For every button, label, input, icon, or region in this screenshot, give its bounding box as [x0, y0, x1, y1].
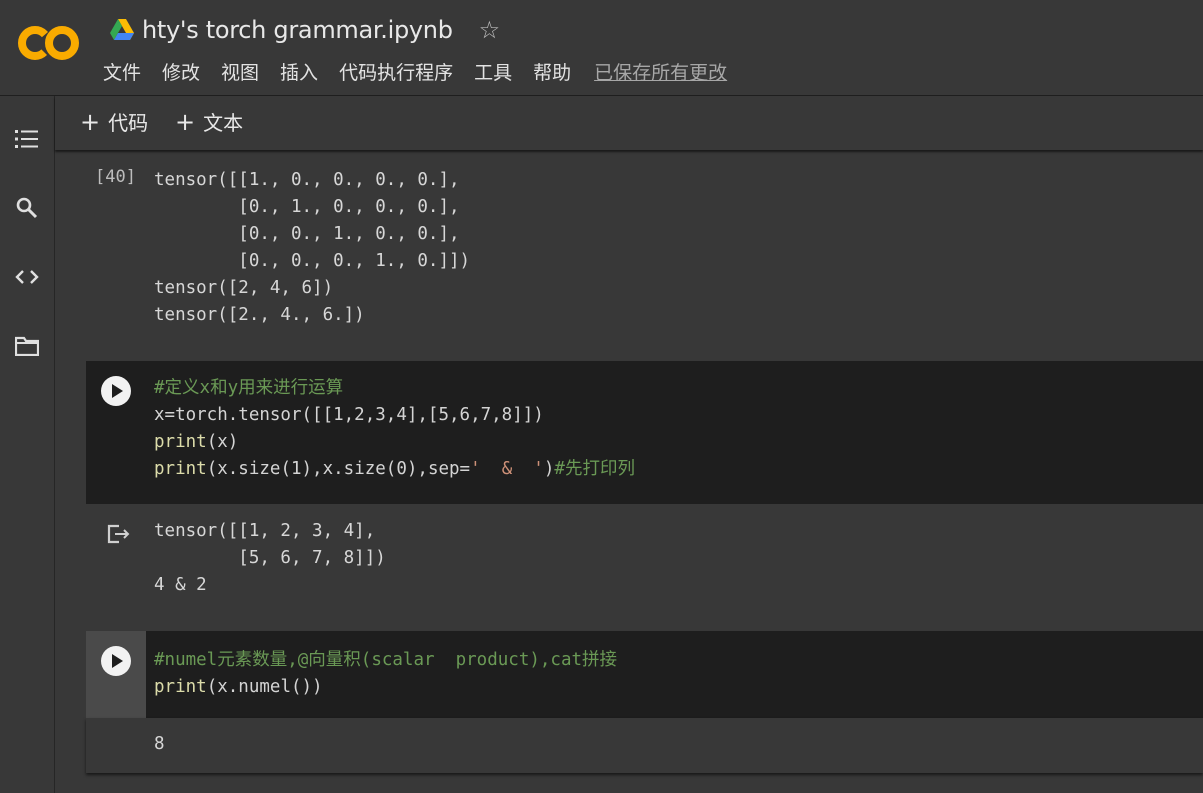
- output-line: 8: [154, 734, 165, 754]
- menu-file[interactable]: 文件: [103, 58, 141, 85]
- folder-icon[interactable]: [13, 332, 41, 360]
- cell-output: tensor([[1, 2, 3, 4], [5, 6, 7, 8]]) 4 & …: [154, 518, 386, 599]
- menu-edit[interactable]: 修改: [162, 58, 200, 85]
- code-args: (x): [206, 432, 239, 452]
- google-drive-icon[interactable]: [110, 19, 134, 41]
- plus-icon: +: [80, 107, 101, 136]
- execution-count: [40]: [95, 167, 136, 187]
- cell-output-area: 8: [86, 718, 1203, 773]
- code-function: print: [154, 459, 207, 479]
- output-line: tensor([2., 4., 6.]): [154, 305, 365, 325]
- code-comment: #定义x和y用来进行运算: [154, 378, 344, 398]
- app-header: hty's torch grammar.ipynb ☆ 文件 修改 视图 插入 …: [0, 0, 1203, 96]
- output-line: [0., 0., 0., 1., 0.]]): [154, 251, 471, 271]
- table-of-contents-icon[interactable]: [13, 125, 41, 153]
- code-text[interactable]: #numel元素数量,@向量积(scalar product),cat拼接 pri…: [154, 647, 617, 701]
- code-line: print(x.numel()): [154, 674, 617, 701]
- code-args: (x.numel()): [206, 677, 323, 697]
- code-args: (x.size(1),x.size(0),sep=: [206, 459, 471, 479]
- run-cell-button[interactable]: [101, 646, 131, 676]
- output-line: 4 & 2: [154, 575, 207, 595]
- add-code-label: 代码: [108, 111, 149, 135]
- code-string: ' & ': [470, 459, 544, 479]
- code-function: print: [154, 677, 207, 697]
- plus-icon: +: [175, 107, 196, 136]
- star-icon[interactable]: ☆: [479, 18, 501, 42]
- code-function: print: [154, 432, 207, 452]
- code-comment: #先打印列: [554, 459, 635, 479]
- menu-tools[interactable]: 工具: [474, 58, 512, 85]
- add-code-cell-button[interactable]: + 代码: [80, 107, 148, 136]
- menu-insert[interactable]: 插入: [280, 58, 318, 85]
- code-line: print(x): [154, 429, 635, 456]
- notebook-toolbar: + 代码 + 文本: [55, 96, 1203, 150]
- code-snippets-icon[interactable]: [13, 263, 41, 291]
- save-status-link[interactable]: 已保存所有更改: [594, 58, 727, 85]
- left-sidebar: [0, 96, 55, 793]
- colab-logo[interactable]: [18, 23, 80, 63]
- notebook-area: [40] tensor([[1., 0., 0., 0., 0.], [0., …: [55, 152, 1203, 793]
- code-cell[interactable]: #定义x和y用来进行运算 x=torch.tensor([[1,2,3,4],[5…: [86, 361, 1203, 504]
- output-line: [5, 6, 7, 8]]): [154, 548, 386, 568]
- code-text[interactable]: #定义x和y用来进行运算 x=torch.tensor([[1,2,3,4],[5…: [154, 375, 635, 483]
- code-line: x=torch.tensor([[1,2,3,4],[5,6,7,8]]): [154, 405, 544, 425]
- cell-gutter: [86, 361, 146, 504]
- code-cell[interactable]: #numel元素数量,@向量积(scalar product),cat拼接 pri…: [86, 631, 1203, 718]
- notebook-title[interactable]: hty's torch grammar.ipynb: [142, 16, 453, 44]
- search-icon[interactable]: [13, 194, 41, 222]
- code-comment: #numel元素数量,@向量积(scalar product),cat拼接: [154, 650, 618, 670]
- menu-view[interactable]: 视图: [221, 58, 259, 85]
- run-cell-button[interactable]: [101, 376, 131, 406]
- add-text-label: 文本: [203, 111, 244, 135]
- output-line: tensor([[1., 0., 0., 0., 0.],: [154, 170, 460, 190]
- output-actions-icon[interactable]: [106, 522, 132, 546]
- cell-gutter: [86, 631, 146, 718]
- menu-runtime[interactable]: 代码执行程序: [339, 58, 453, 85]
- menu-help[interactable]: 帮助: [533, 58, 571, 85]
- output-line: tensor([2, 4, 6]): [154, 278, 334, 298]
- code-args: ): [543, 459, 555, 479]
- add-text-cell-button[interactable]: + 文本: [175, 107, 243, 136]
- output-line: [0., 1., 0., 0., 0.],: [154, 197, 460, 217]
- menu-bar: 文件 修改 视图 插入 代码执行程序 工具 帮助 已保存所有更改: [103, 58, 748, 85]
- title-row: hty's torch grammar.ipynb ☆: [110, 14, 500, 46]
- output-line: tensor([[1, 2, 3, 4],: [154, 521, 376, 541]
- output-line: [0., 0., 1., 0., 0.],: [154, 224, 460, 244]
- code-line: print(x.size(1),x.size(0),sep=' & ')#先打印…: [154, 456, 635, 483]
- cell-output: tensor([[1., 0., 0., 0., 0.], [0., 1., 0…: [154, 167, 470, 329]
